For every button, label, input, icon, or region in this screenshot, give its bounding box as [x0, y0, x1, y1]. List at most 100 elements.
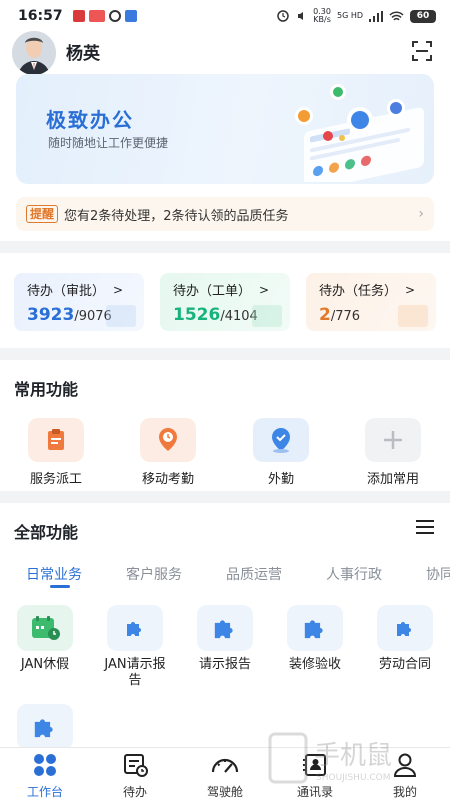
mute-icon: [298, 12, 304, 20]
fn-service-dispatch[interactable]: 服务派工: [1, 418, 111, 487]
nav-label: 工作台: [26, 785, 63, 799]
location-check-icon: [253, 418, 309, 462]
promo-banner[interactable]: 极致办公 随时随地让工作更便捷: [16, 74, 434, 184]
puzzle-icon: [107, 605, 163, 651]
card-decoration: [252, 305, 282, 327]
battery-indicator: 60: [410, 9, 436, 23]
app-label: 请示报告: [198, 657, 251, 672]
todo-label-text: 待办（任务）: [319, 284, 398, 299]
fn-label: 外勤: [267, 472, 294, 487]
app-labor-contract[interactable]: 劳动合同: [360, 605, 450, 673]
app-label: JAN休假: [20, 657, 70, 672]
todo-label-text: 待办（审批）: [27, 284, 106, 299]
app-jan-request-report[interactable]: JAN请示报告: [90, 605, 180, 689]
clipboard-icon: [28, 418, 84, 462]
all-functions-title: 全部功能: [14, 523, 79, 542]
tab-hr-admin[interactable]: 人事行政: [326, 564, 382, 584]
status-left: 16:57: [18, 8, 137, 24]
link-icon: [108, 10, 121, 22]
avatar[interactable]: [12, 31, 56, 75]
signal-icon: [369, 10, 383, 22]
tab-daily-business[interactable]: 日常业务: [26, 564, 82, 584]
app-label: 装修验收: [288, 657, 341, 672]
todo-label: 待办（工单） >: [173, 280, 290, 300]
section-divider: [0, 348, 450, 360]
todo-card-workorder[interactable]: 待办（工单） > 1526/4104: [160, 273, 290, 331]
scan-icon[interactable]: [410, 39, 434, 63]
chevron-right-icon: >: [113, 282, 124, 297]
todo-icon: [124, 754, 148, 777]
fn-label: 添加常用: [366, 472, 419, 487]
card-decoration: [398, 305, 428, 327]
tab-quality-operations[interactable]: 品质运营: [226, 564, 282, 584]
calendar-icon: [17, 605, 73, 651]
fn-mobile-attendance[interactable]: 移动考勤: [113, 418, 223, 487]
todo-label: 待办（任务） >: [319, 280, 436, 300]
todo-card-task[interactable]: 待办（任务） > 2/776: [306, 273, 436, 331]
signal-label: 5G HD: [336, 11, 363, 20]
watermark-subtext: SHOUJISHU.COM: [316, 773, 391, 783]
puzzle-icon: [377, 605, 433, 651]
status-time: 16:57: [18, 8, 63, 24]
user-header: 杨英: [0, 31, 450, 75]
puzzle-icon: [17, 704, 73, 750]
app-more[interactable]: [0, 704, 90, 750]
watermark-text: 手机鼠: [314, 741, 392, 771]
banner-subtitle: 随时随地让工作更便捷: [48, 136, 169, 150]
menu-icon[interactable]: [416, 520, 434, 534]
app-label: 劳动合同: [378, 657, 431, 672]
workspace-screen: 16:57 0.30 KB/s 5G HD 60 杨英 极致办公 随时随地让工作…: [0, 0, 450, 800]
app-renovation-acceptance[interactable]: 装修验收: [270, 605, 360, 673]
section-divider: [0, 241, 450, 253]
nav-label: 驾驶舱: [206, 785, 243, 799]
app-request-report[interactable]: 请示报告: [180, 605, 270, 673]
grid-icon: [34, 754, 56, 776]
common-functions-title: 常用功能: [14, 380, 79, 399]
app-notification-icon: [124, 10, 137, 22]
todo-card-approval[interactable]: 待办（审批） > 3923/9076: [14, 273, 144, 331]
todo-count: 2: [319, 305, 331, 325]
news-icon: [88, 10, 105, 22]
location-clock-icon: [140, 418, 196, 462]
card-decoration: [106, 305, 136, 327]
tab-collaboration[interactable]: 协同: [426, 564, 450, 584]
app-jan-leave[interactable]: JAN休假: [0, 605, 90, 673]
reminder-text: 您有2条待处理，2条待认领的品质任务: [64, 208, 289, 224]
status-bar: 16:57 0.30 KB/s 5G HD 60: [0, 0, 450, 32]
nav-todo[interactable]: 待办: [95, 752, 175, 800]
status-right: 0.30 KB/s 5G HD 60: [277, 8, 436, 24]
fn-field-work[interactable]: 外勤: [226, 418, 336, 487]
reminder-bar[interactable]: 提醒 您有2条待处理，2条待认领的品质任务 ›: [16, 197, 434, 231]
tab-customer-service[interactable]: 客户服务: [126, 564, 182, 584]
puzzle-icon: [197, 605, 253, 651]
network-speed-unit: KB/s: [313, 15, 331, 24]
speedometer-icon: [211, 758, 239, 773]
nav-cockpit[interactable]: 驾驶舱: [185, 752, 265, 800]
wifi-icon: [389, 10, 404, 21]
todo-count: 3923: [27, 305, 75, 325]
todo-label: 待办（审批） >: [27, 280, 144, 300]
nav-workspace[interactable]: 工作台: [5, 752, 85, 800]
banner-title: 极致办公: [46, 108, 134, 132]
network-speed: 0.30 KB/s: [313, 8, 331, 24]
fn-add-common[interactable]: 添加常用: [338, 418, 448, 487]
notification-icon: [72, 10, 85, 22]
active-tab-indicator: [50, 585, 70, 588]
todo-total: /776: [330, 309, 361, 324]
todo-label-text: 待办（工单）: [173, 284, 252, 299]
chevron-right-icon: ›: [418, 206, 424, 222]
nav-label: 待办: [122, 785, 147, 799]
username: 杨英: [66, 43, 100, 64]
fn-label: 移动考勤: [141, 472, 194, 487]
app-label: JAN请示报告: [104, 657, 166, 688]
watermark-logo: 手机鼠 SHOUJISHU.COM: [268, 728, 438, 788]
chevron-right-icon: >: [405, 282, 416, 297]
chevron-right-icon: >: [259, 282, 270, 297]
puzzle-icon: [287, 605, 343, 651]
section-divider: [0, 491, 450, 503]
banner-illustration: [295, 84, 424, 182]
reminder-tag: 提醒: [26, 205, 59, 223]
alarm-icon: [277, 10, 289, 22]
todo-count: 1526: [173, 305, 221, 325]
fn-label: 服务派工: [29, 472, 82, 487]
